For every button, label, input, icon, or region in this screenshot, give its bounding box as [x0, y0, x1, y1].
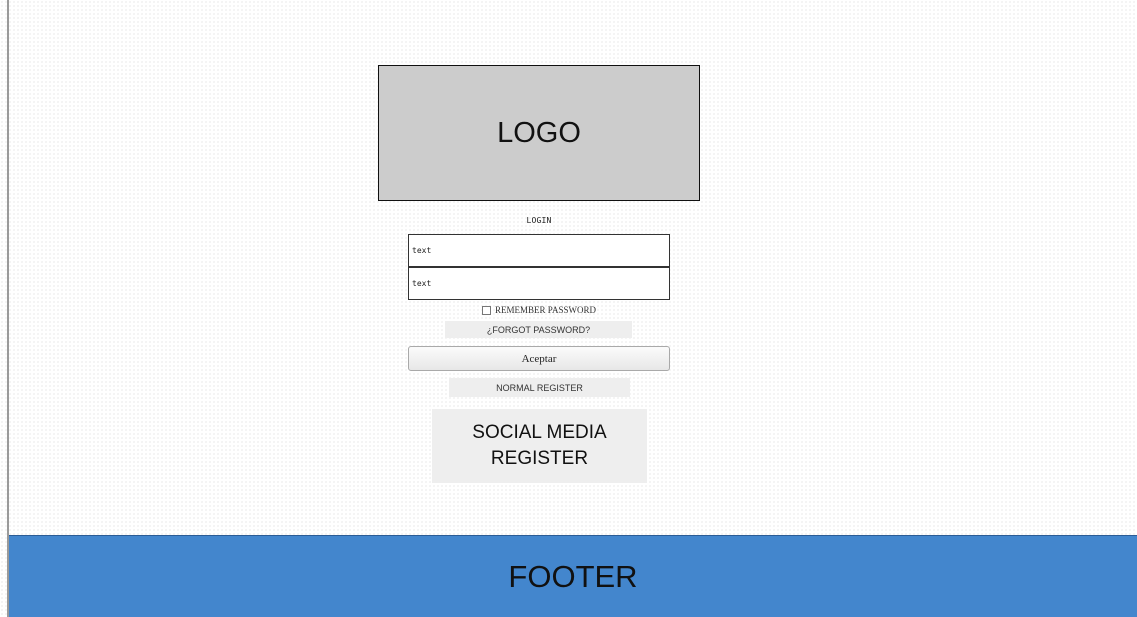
- logo-label: LOGO: [497, 116, 581, 149]
- footer: FOOTER: [9, 535, 1137, 617]
- username-input[interactable]: [408, 234, 670, 267]
- logo-placeholder: LOGO: [378, 65, 700, 201]
- password-input[interactable]: [408, 267, 670, 300]
- left-border: [7, 0, 9, 617]
- accept-button[interactable]: Aceptar: [408, 346, 670, 371]
- normal-register-button[interactable]: NORMAL REGISTER: [449, 378, 630, 397]
- login-title: LOGIN: [526, 216, 552, 225]
- social-media-register-button[interactable]: SOCIAL MEDIA REGISTER: [432, 409, 647, 483]
- remember-password-row[interactable]: REMEMBER PASSWORD: [408, 305, 670, 315]
- remember-password-checkbox[interactable]: [482, 305, 492, 315]
- remember-password-label: REMEMBER PASSWORD: [495, 305, 596, 315]
- forgot-password-button[interactable]: ¿FORGOT PASSWORD?: [445, 321, 632, 338]
- footer-label: FOOTER: [508, 558, 638, 594]
